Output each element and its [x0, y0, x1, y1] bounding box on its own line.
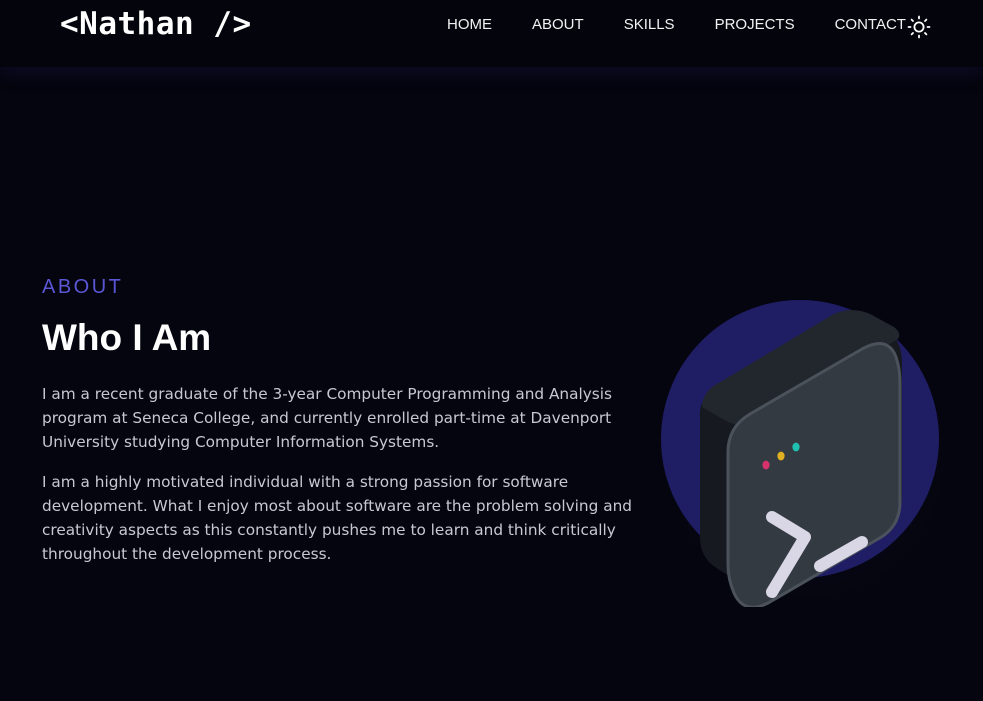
- logo[interactable]: <Nathan />: [60, 6, 252, 42]
- status-dot-yellow: [777, 451, 785, 461]
- navbar: <Nathan /> HOME ABOUT SKILLS PROJECTS CO…: [0, 0, 983, 67]
- status-dot-teal: [792, 442, 800, 452]
- nav-link-contact[interactable]: CONTACT: [835, 16, 906, 34]
- terminal-icon: [645, 289, 965, 609]
- theme-toggle-button[interactable]: [906, 14, 932, 40]
- terminal-illustration: [640, 287, 965, 609]
- about-section: ABOUT Who I Am I am a recent graduate of…: [0, 67, 983, 701]
- nav-link-home[interactable]: HOME: [447, 16, 492, 34]
- about-paragraph-2: I am a highly motivated individual with …: [42, 473, 632, 563]
- section-eyebrow: ABOUT: [42, 276, 124, 298]
- about-text: ABOUT Who I Am I am a recent graduate of…: [42, 275, 632, 566]
- nav-links: HOME ABOUT SKILLS PROJECTS CONTACT: [447, 16, 946, 34]
- nav-link-skills[interactable]: SKILLS: [624, 16, 675, 34]
- sun-icon: [907, 15, 931, 39]
- section-heading: Who I Am: [42, 317, 212, 358]
- about-paragraph-1: I am a recent graduate of the 3-year Com…: [42, 385, 612, 451]
- nav-link-projects[interactable]: PROJECTS: [715, 16, 795, 34]
- nav-link-about[interactable]: ABOUT: [532, 16, 584, 34]
- status-dot-pink: [762, 460, 770, 470]
